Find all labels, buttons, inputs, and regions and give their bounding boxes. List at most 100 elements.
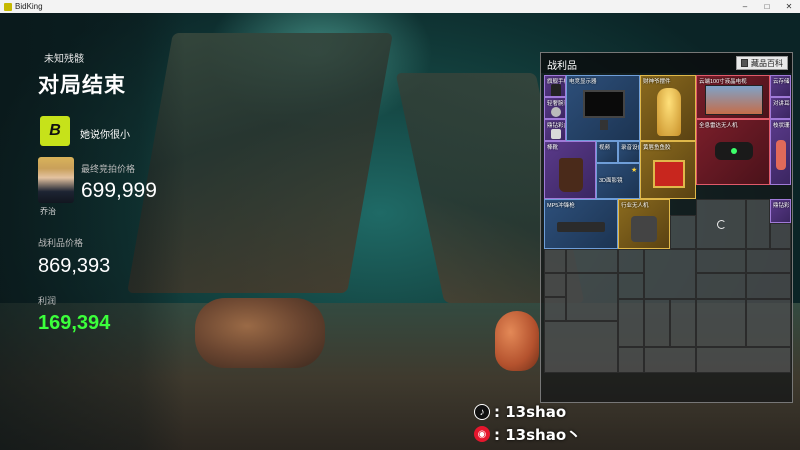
loot-item[interactable]: 棒靴 xyxy=(544,141,596,199)
drone-light xyxy=(731,148,737,154)
npc-name: 乔治 xyxy=(40,207,56,216)
loot-item[interactable]: 轻奢腕表 xyxy=(544,97,566,119)
loading-spinner-icon xyxy=(717,220,726,229)
close-button[interactable]: ✕ xyxy=(778,2,800,11)
loot-item[interactable]: 3D面影镜 ★ xyxy=(596,163,640,199)
loot-item[interactable]: 财神爷摆件 xyxy=(640,75,696,141)
maximize-button[interactable]: □ xyxy=(756,2,778,11)
boots-icon xyxy=(559,158,583,192)
loot-item-label: 黄唇鱼鱼胶 xyxy=(643,145,671,151)
loot-item[interactable]: 录音设备 xyxy=(618,141,640,163)
loot-item[interactable]: 鼎钻彩盒 xyxy=(770,199,791,223)
npc-avatar xyxy=(38,157,74,203)
window-titlebar: BidKing – □ ✕ xyxy=(0,0,800,13)
loot-item-label: 财神爷摆件 xyxy=(643,79,671,85)
empty-slot xyxy=(746,199,770,249)
loot-item-label: 行业无人机 xyxy=(621,203,649,209)
statue-icon xyxy=(657,88,681,136)
empty-slot xyxy=(618,249,644,273)
loot-item-label: 录音设备 xyxy=(621,145,639,151)
empty-slot xyxy=(746,273,791,299)
profit-label: 利润 xyxy=(38,296,57,306)
empty-slot xyxy=(696,299,746,347)
loot-item-label: 鼎钻彩盒 xyxy=(547,123,565,129)
empty-slot xyxy=(644,249,696,299)
loot-item-label: 视频 xyxy=(599,145,611,151)
loot-item[interactable]: 枝状珊瑚 xyxy=(770,119,791,185)
empty-slot xyxy=(696,347,791,373)
loot-item-label: MP5冲锋枪 xyxy=(547,203,575,209)
tiktok-watermark: ♪ : 13shao xyxy=(474,403,566,421)
loot-item[interactable]: 云端100寸液晶电视 xyxy=(696,75,770,119)
minimize-button[interactable]: – xyxy=(734,2,756,11)
monitor-stand xyxy=(600,120,608,130)
loading-slot xyxy=(696,199,746,249)
loot-item[interactable]: 电竞显示器 xyxy=(566,75,640,141)
final-bid-value: 699,999 xyxy=(81,179,157,202)
codex-button[interactable]: 藏品百科 xyxy=(736,56,788,70)
phone-icon xyxy=(551,84,561,96)
clay-vase xyxy=(495,311,539,371)
empty-slot xyxy=(644,347,696,373)
smg-icon xyxy=(557,222,605,232)
tiktok-handle: : 13shao xyxy=(494,403,567,421)
player-avatar: B xyxy=(40,116,70,146)
loot-item[interactable]: 黄唇鱼鱼胶 xyxy=(640,141,696,199)
fish-maw-icon xyxy=(653,160,685,188)
empty-slot xyxy=(696,273,746,299)
loot-item-label: 轻奢腕表 xyxy=(547,101,565,107)
loot-panel: 战利品 藏品百科 旗舰手机 电竞显示器 财神爷摆件 云端100寸液晶电视 云存储 xyxy=(540,52,793,403)
empty-slot xyxy=(644,299,670,347)
loot-item[interactable]: 云存储 xyxy=(770,75,791,97)
loot-item[interactable]: 全息雷达无人机 xyxy=(696,119,770,185)
auction-subtitle: 未知残骸 xyxy=(44,54,84,65)
loot-item-label: 对讲耳机 xyxy=(773,101,790,107)
profit-value: 169,394 xyxy=(38,312,111,334)
weibo-handle: : 13shao丶 xyxy=(494,425,582,444)
watch-icon xyxy=(551,107,561,117)
match-over-title: 对局结束 xyxy=(38,74,126,97)
loot-item-label: 云存储 xyxy=(773,79,790,85)
loot-item[interactable]: MP5冲锋枪 xyxy=(544,199,618,249)
empty-slot xyxy=(566,273,618,321)
industrial-drone-icon xyxy=(631,216,657,242)
empty-slot xyxy=(544,321,618,373)
empty-slot xyxy=(746,249,791,273)
loot-item-label: 云端100寸液晶电视 xyxy=(699,79,747,85)
loot-item-label: 3D面影镜 xyxy=(599,178,623,184)
player-name: 她说你很小 xyxy=(80,130,130,141)
loot-value: 869,393 xyxy=(38,255,111,277)
loot-item[interactable]: 视频 xyxy=(596,141,618,163)
empty-slot xyxy=(544,273,566,297)
empty-slot xyxy=(770,223,791,249)
weibo-icon: ◉ xyxy=(474,426,490,442)
empty-slot xyxy=(618,347,644,373)
loot-item-label: 枝状珊瑚 xyxy=(773,123,790,129)
empty-slot xyxy=(544,249,566,273)
loot-item[interactable]: 旗舰手机 xyxy=(544,75,566,97)
loot-item-label: 棒靴 xyxy=(547,145,559,151)
star-icon: ★ xyxy=(631,167,638,174)
loot-item[interactable]: 对讲耳机 xyxy=(770,97,791,119)
loot-grid: 旗舰手机 电竞显示器 财神爷摆件 云端100寸液晶电视 云存储 轻奢腕表 对讲耳… xyxy=(544,75,791,401)
loot-item[interactable]: 鼎钻彩盒 xyxy=(544,119,566,141)
app-icon xyxy=(4,2,12,11)
window-title: BidKing xyxy=(15,2,43,11)
empty-slot xyxy=(696,249,746,273)
tv-icon xyxy=(705,85,763,115)
loot-item-label: 全息雷达无人机 xyxy=(699,123,738,129)
empty-slot xyxy=(746,299,791,347)
rusty-machine xyxy=(195,298,325,368)
loot-item-label: 电竞显示器 xyxy=(569,79,597,85)
loot-title: 战利品 xyxy=(547,61,577,72)
loot-item[interactable]: 行业无人机 xyxy=(618,199,670,249)
empty-slot xyxy=(618,299,644,347)
loot-header: 战利品 藏品百科 xyxy=(541,53,792,73)
tiktok-icon: ♪ xyxy=(474,404,490,420)
book-icon xyxy=(741,59,748,67)
gift-box-icon xyxy=(551,129,561,139)
empty-slot xyxy=(670,299,696,347)
codex-button-label: 藏品百科 xyxy=(751,58,783,68)
weibo-watermark: ◉ : 13shao丶 xyxy=(474,425,582,444)
empty-slot xyxy=(670,215,696,249)
